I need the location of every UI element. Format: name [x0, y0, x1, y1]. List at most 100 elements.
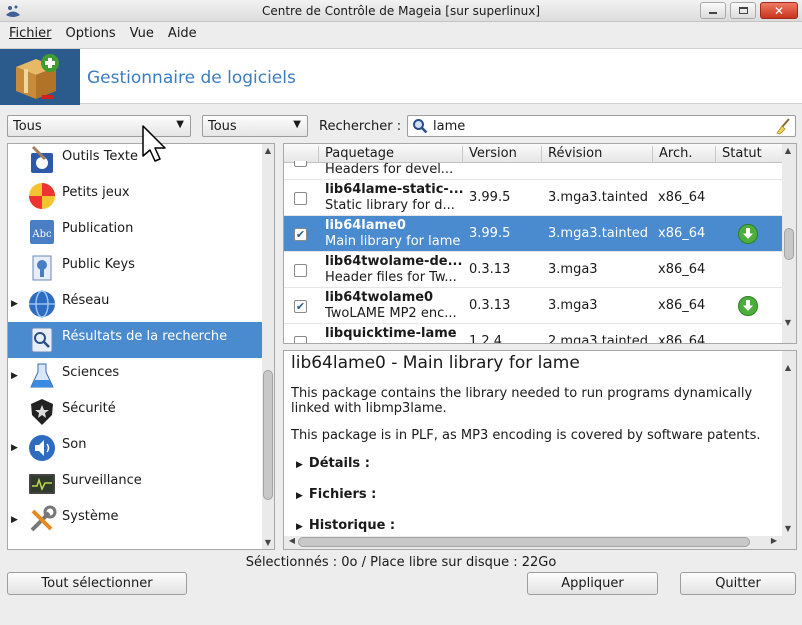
chevron-down-icon: ▼	[293, 119, 301, 130]
page-title: Gestionnaire de logiciels	[87, 68, 296, 88]
category-item[interactable]: ▶ Son	[8, 430, 262, 466]
menu-aide[interactable]: Aide	[163, 26, 202, 46]
select-all-button[interactable]: Tout sélectionner	[7, 572, 187, 595]
menu-fichier[interactable]: Fichier	[4, 26, 57, 46]
category-item-selected[interactable]: Résultats de la recherche	[8, 322, 262, 358]
category-item[interactable]: Public Keys	[8, 250, 262, 286]
apply-button[interactable]: Appliquer	[527, 572, 658, 595]
description-paragraph: This package contains the library needed…	[291, 386, 753, 416]
row-checkbox[interactable]: ✔	[294, 228, 307, 241]
svg-text:Abc: Abc	[31, 229, 52, 240]
package-name: lib64lame0	[325, 218, 406, 233]
table-row[interactable]: ✔ lib64twolame0 TwoLAME MP2 enc... 0.3.1…	[284, 288, 782, 324]
details-label: Détails :	[308, 456, 370, 471]
table-row[interactable]: lib64twolame-de... Header files for Tw..…	[284, 252, 782, 288]
close-window-button[interactable]: ✕	[760, 2, 798, 19]
expand-arrow-icon[interactable]: ▶	[11, 443, 18, 453]
package-icon	[0, 49, 80, 105]
scroll-down-icon[interactable]: ▼	[782, 318, 794, 327]
table-row-selected[interactable]: ✔ lib64lame0 Main library for lame 3.99.…	[284, 216, 782, 252]
row-checkbox[interactable]	[294, 161, 307, 167]
table-row[interactable]: lib64lame-static-... Static library for …	[284, 180, 782, 216]
search-input-value: lame	[433, 119, 466, 134]
scroll-down-icon[interactable]: ▼	[262, 538, 274, 547]
history-expander[interactable]: ▶ Historique :	[296, 518, 395, 533]
category-list: Outils Texte Petits jeux Abc Publication…	[7, 143, 275, 550]
expand-arrow-icon[interactable]: ▶	[11, 515, 18, 525]
package-name: lib64lame-static-...	[325, 182, 464, 197]
scroll-up-icon[interactable]: ▲	[782, 146, 794, 155]
category-label: Surveillance	[62, 473, 142, 488]
description-paragraph: This package is in PLF, as MP3 encoding …	[291, 428, 761, 443]
package-name: lib64twolame-de...	[325, 254, 463, 269]
mageia-logo-icon	[6, 5, 20, 17]
description-title: lib64lame0 - Main library for lame	[291, 353, 580, 373]
row-checkbox[interactable]	[294, 192, 307, 205]
small-games-icon	[29, 183, 55, 209]
system-tools-icon	[30, 505, 57, 532]
category-item[interactable]: ▶ Réseau	[8, 286, 262, 322]
group-filter-value: Tous	[13, 119, 42, 134]
package-arch: x86_64	[658, 190, 706, 205]
table-row[interactable]: libquicktime-lame 1.2.4 2.mga3.tainted x…	[284, 324, 782, 344]
package-scrollbar[interactable]: ▲ ▼	[782, 144, 796, 343]
scroll-left-icon[interactable]: ◀	[286, 536, 298, 545]
scroll-up-icon[interactable]: ▲	[782, 363, 794, 372]
package-version: 0.3.13	[469, 298, 511, 313]
expand-arrow-icon[interactable]: ▶	[11, 299, 18, 309]
quit-button[interactable]: Quitter	[680, 572, 796, 595]
category-item[interactable]: Petits jeux	[8, 178, 262, 214]
scrollbar-thumb[interactable]	[298, 537, 750, 547]
clear-search-icon[interactable]	[774, 117, 792, 135]
scroll-right-icon[interactable]: ▶	[768, 536, 780, 545]
expand-arrow-icon[interactable]: ▶	[11, 371, 18, 381]
type-filter-value: Tous	[208, 119, 237, 134]
chevron-down-icon: ▼	[176, 119, 184, 130]
search-input[interactable]: lame	[407, 115, 796, 137]
package-description: Static library for d...	[325, 198, 455, 213]
scroll-up-icon[interactable]: ▲	[262, 146, 274, 155]
text-tools-icon	[31, 145, 53, 173]
category-item[interactable]: ▶ Système	[8, 502, 262, 538]
files-expander[interactable]: ▶ Fichiers :	[296, 487, 376, 502]
package-description: TwoLAME MP2 enc...	[325, 306, 457, 321]
description-scrollbar[interactable]: ▲ ▼	[782, 351, 796, 549]
package-description: Headers for devel...	[325, 162, 454, 177]
package-version: 3.99.5	[469, 190, 511, 205]
table-row[interactable]: Headers for devel...	[284, 149, 782, 180]
details-expander[interactable]: ▶ Détails :	[296, 456, 370, 471]
category-item[interactable]: ▶ Sciences	[8, 358, 262, 394]
package-version: 0.3.13	[469, 262, 511, 277]
category-label: Publication	[62, 221, 134, 236]
row-checkbox[interactable]	[294, 336, 307, 343]
category-item[interactable]: Abc Publication	[8, 214, 262, 250]
scroll-down-icon[interactable]: ▼	[782, 524, 794, 533]
search-icon	[413, 119, 428, 134]
package-arch: x86_64	[658, 226, 706, 241]
type-filter-dropdown[interactable]: Tous ▼	[202, 115, 308, 137]
files-label: Fichiers :	[308, 487, 377, 502]
sound-icon	[29, 435, 55, 461]
package-name: lib64twolame0	[325, 290, 434, 305]
category-item[interactable]: Sécurité	[8, 394, 262, 430]
package-arch: x86_64	[658, 334, 706, 344]
category-scrollbar[interactable]: ▲ ▼	[262, 144, 274, 549]
category-item[interactable]: Outils Texte	[8, 144, 262, 178]
category-label: Sciences	[62, 365, 120, 380]
package-table: Paquetage Version Révision Arch. Statut …	[283, 143, 797, 344]
category-label: Résultats de la recherche	[62, 329, 228, 344]
scrollbar-thumb[interactable]	[263, 370, 273, 500]
row-checkbox[interactable]	[294, 264, 307, 277]
install-arrow-icon	[738, 224, 758, 244]
menu-options[interactable]: Options	[61, 26, 121, 46]
description-hscrollbar[interactable]: ◀ ▶	[284, 536, 782, 549]
category-label: Système	[62, 509, 119, 524]
minimize-button[interactable]	[700, 2, 726, 19]
category-item[interactable]: Surveillance	[8, 466, 262, 502]
history-label: Historique :	[308, 518, 396, 533]
maximize-button[interactable]	[730, 2, 756, 19]
header-banner: Gestionnaire de logiciels	[0, 48, 802, 105]
scrollbar-thumb[interactable]	[784, 228, 794, 260]
row-checkbox[interactable]: ✔	[294, 300, 307, 313]
menu-vue[interactable]: Vue	[125, 26, 159, 46]
